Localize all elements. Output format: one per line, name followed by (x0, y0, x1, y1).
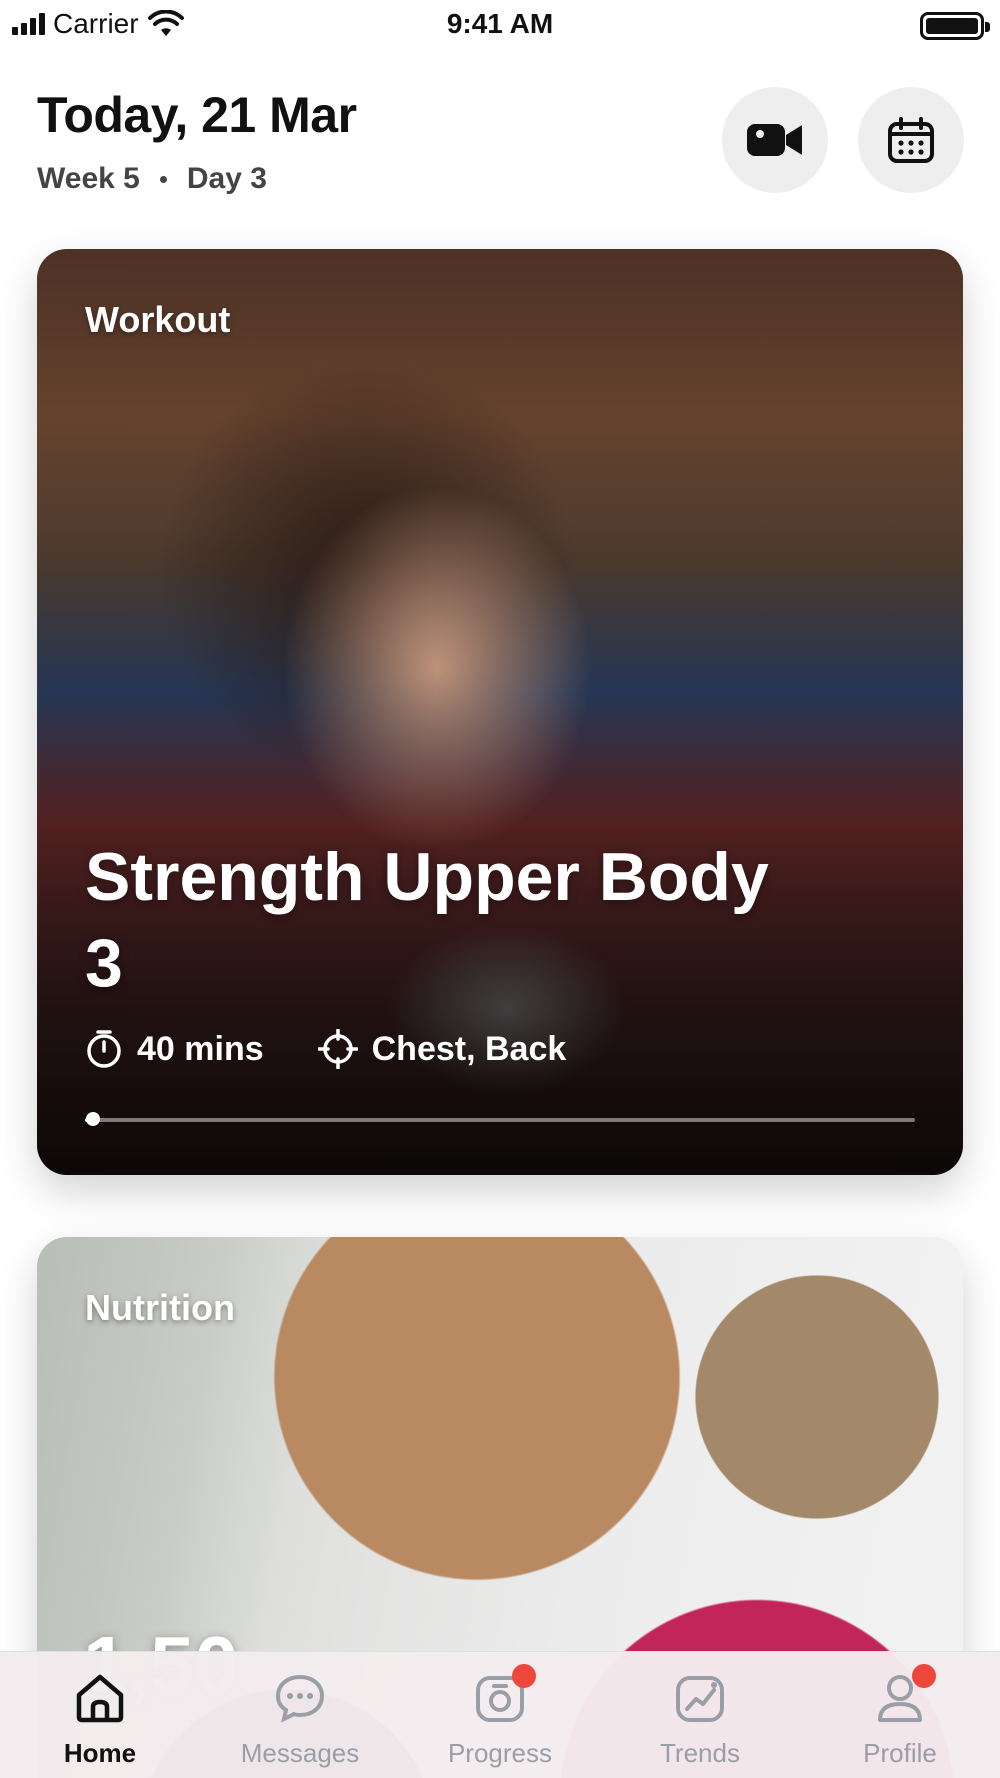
workout-duration: 40 mins (137, 1029, 264, 1068)
tab-messages-label: Messages (240, 1738, 360, 1768)
workout-muscles: Chest, Back (371, 1029, 567, 1068)
calendar-icon (888, 117, 934, 163)
tab-messages[interactable]: Messages (200, 1652, 400, 1778)
tab-progress-label: Progress (447, 1738, 553, 1768)
tab-trends[interactable]: Trends (600, 1652, 800, 1778)
workout-progress-bar[interactable] (85, 1112, 915, 1126)
workout-card-label: Workout (85, 299, 231, 340)
video-camera-icon (747, 124, 802, 156)
workout-title: Strength Upper Body 3 (85, 839, 769, 1001)
tab-profile-label: Profile (863, 1738, 937, 1768)
separator-dot (159, 175, 167, 183)
tab-trends-label: Trends (660, 1738, 740, 1768)
profile-notification-badge (912, 1664, 936, 1688)
battery-icon (920, 12, 990, 40)
day-label: Day 3 (186, 162, 267, 195)
target-icon (317, 1029, 358, 1069)
nutrition-card-label: Nutrition (85, 1287, 235, 1328)
week-label: Week 5 (37, 162, 140, 195)
home-icon (72, 1670, 128, 1726)
tab-home[interactable]: Home (0, 1652, 200, 1778)
tab-home-label: Home (63, 1738, 137, 1768)
progress-notification-badge (512, 1664, 536, 1688)
week-day-subtitle: Week 5 Day 3 (37, 162, 267, 196)
stopwatch-icon (87, 1030, 121, 1068)
camera-icon (472, 1664, 536, 1726)
workout-card[interactable]: Workout Strength Upper Body 3 40 mins Ch… (37, 249, 963, 1175)
person-icon (872, 1664, 936, 1726)
status-bar: Carrier 9:41 AM (0, 0, 1000, 50)
header: Today, 21 Mar Week 5 Day 3 (0, 60, 1000, 230)
calendar-button[interactable] (858, 87, 964, 193)
page-title: Today, 21 Mar (37, 87, 357, 143)
chat-bubble-icon (272, 1670, 328, 1726)
tab-bar: Home Messages Progress Trends Profile (0, 1651, 1000, 1778)
tab-profile[interactable]: Profile (800, 1652, 1000, 1778)
video-call-button[interactable] (722, 87, 828, 193)
trend-chart-icon (672, 1670, 728, 1726)
status-time: 9:41 AM (446, 8, 554, 39)
workout-meta: 40 mins Chest, Back (85, 1029, 566, 1069)
tab-progress[interactable]: Progress (400, 1652, 600, 1778)
